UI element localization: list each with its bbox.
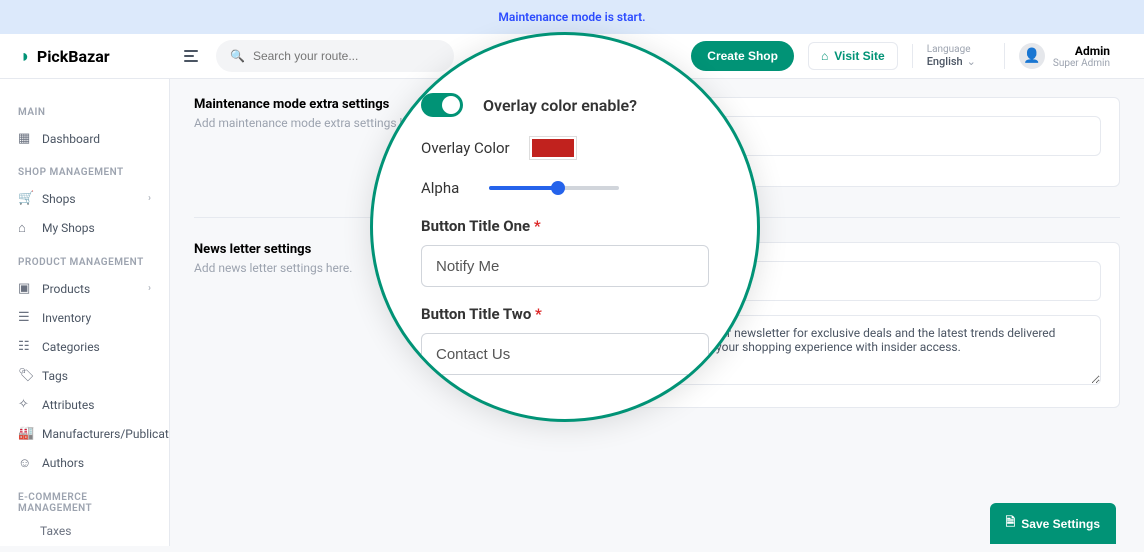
banner-text: Maintenance mode is start. (498, 10, 645, 24)
user-icon: ☺ (18, 455, 32, 471)
search-input[interactable] (253, 49, 440, 63)
logo-icon: ◗ (20, 46, 31, 67)
avatar: 👤 (1019, 43, 1045, 69)
chevron-down-icon: ⌄ (967, 55, 976, 68)
tag-icon: 🏷 (18, 368, 32, 383)
sidebar-item-tags[interactable]: 🏷Tags (0, 361, 169, 390)
visit-site-button[interactable]: ⌂ Visit Site (808, 42, 898, 70)
brand-logo[interactable]: ◗ PickBazar (20, 46, 170, 67)
attributes-icon: ✧ (18, 397, 32, 412)
save-icon: 🗎 (1006, 513, 1016, 534)
sidebar-item-categories[interactable]: ☷Categories (0, 332, 169, 361)
search-input-wrap[interactable]: 🔍 (216, 40, 454, 72)
sidebar-item-manufacturers[interactable]: 🏭Manufacturers/Publications (0, 419, 169, 448)
save-settings-button[interactable]: 🗎 Save Settings (990, 503, 1116, 544)
store-icon: ⌂ (18, 220, 32, 236)
sidebar-item-shops[interactable]: 🛒Shops› (0, 184, 169, 213)
field-label: Button Title Two * (421, 305, 709, 323)
sidebar-item-dashboard[interactable]: ▦Dashboard (0, 124, 169, 153)
alpha-slider[interactable] (489, 186, 619, 190)
create-shop-button[interactable]: Create Shop (691, 41, 794, 71)
brand-name: PickBazar (37, 47, 110, 66)
maintenance-banner: Maintenance mode is start. (0, 0, 1144, 34)
sidebar-item-taxes[interactable]: Taxes (0, 520, 169, 542)
magnifier-overlay: Overlay color enable? Overlay Color Alph… (370, 32, 760, 422)
sidebar: MAIN ▦Dashboard SHOP MANAGEMENT 🛒Shops› … (0, 79, 170, 546)
categories-icon: ☷ (18, 339, 32, 354)
language-selector[interactable]: Language English⌄ (912, 44, 990, 68)
sidebar-toggle[interactable] (184, 47, 202, 65)
field-label: Button Title One * (421, 217, 709, 235)
button-title-one-input[interactable] (421, 245, 709, 287)
chevron-right-icon: › (148, 283, 151, 294)
sidebar-item-inventory[interactable]: ☰Inventory (0, 303, 169, 332)
button-title-two-input[interactable] (421, 333, 709, 375)
shop-icon: ⌂ (821, 49, 828, 63)
building-icon: 🏭 (18, 426, 32, 441)
dashboard-icon: ▦ (18, 131, 32, 146)
search-icon: 🔍 (230, 49, 245, 63)
overlay-color-swatch[interactable] (530, 137, 576, 159)
sidebar-item-attributes[interactable]: ✧Attributes (0, 390, 169, 419)
chevron-right-icon: › (148, 193, 151, 204)
sidebar-item-products[interactable]: ▣Products› (0, 274, 169, 303)
box-icon: ▣ (18, 281, 32, 296)
overlay-enable-toggle[interactable] (421, 93, 463, 117)
cart-icon: 🛒 (18, 191, 32, 206)
sidebar-item-authors[interactable]: ☺Authors (0, 448, 169, 478)
sidebar-item-my-shops[interactable]: ⌂My Shops (0, 213, 169, 243)
user-menu[interactable]: 👤 Admin Super Admin (1004, 43, 1124, 69)
inventory-icon: ☰ (18, 310, 32, 325)
